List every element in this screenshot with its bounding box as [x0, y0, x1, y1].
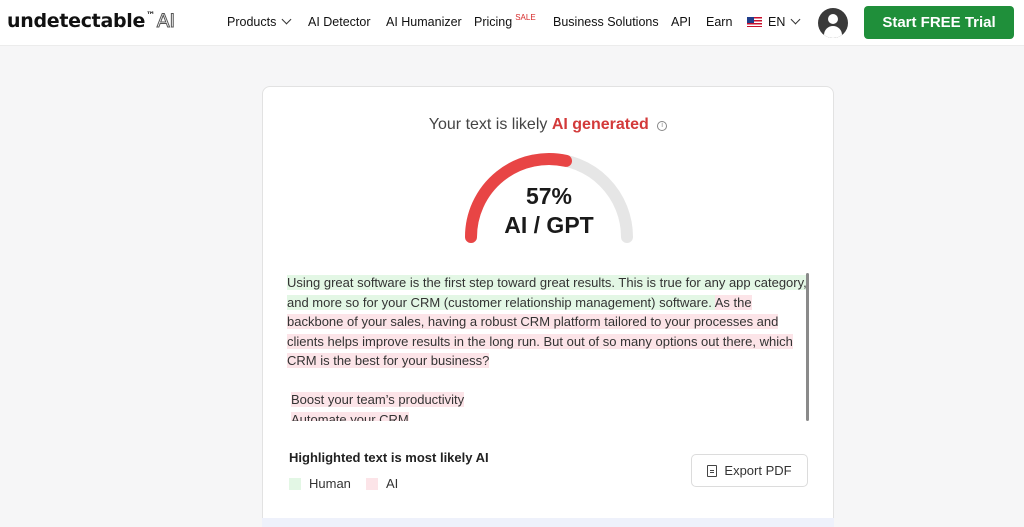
legend-ai-label: AI	[386, 476, 399, 491]
export-pdf-button[interactable]: Export PDF	[691, 454, 808, 487]
list-item: Automate your CRM	[287, 410, 807, 421]
text-scrollbar[interactable]	[806, 273, 809, 421]
nav-ai-humanizer[interactable]: AI Humanizer	[386, 15, 462, 29]
result-title-highlight: AI generated	[551, 116, 649, 133]
nav-earn[interactable]: Earn	[706, 15, 732, 29]
logo-text: undetectable	[7, 10, 146, 32]
list-item-text: Boost your team’s productivity	[291, 392, 465, 407]
analyzed-paragraph: Using great software is the first step t…	[287, 273, 807, 371]
gauge-percent: 57%	[525, 183, 573, 209]
language-selector[interactable]: EN	[747, 14, 801, 29]
logo-ai-mark: AI	[156, 10, 175, 33]
legend-title: Highlighted text is most likely AI	[289, 450, 489, 465]
us-flag-icon	[747, 16, 762, 27]
nav-api[interactable]: API	[671, 15, 691, 29]
result-title: Your text is likely AI generated i	[263, 116, 833, 134]
legend-ai: AI	[366, 476, 398, 491]
result-title-prefix: Your text is likely	[428, 116, 548, 133]
user-avatar-icon[interactable]	[818, 8, 848, 38]
nav-pricing-label: Pricing	[474, 15, 513, 29]
language-label: EN	[768, 15, 786, 29]
paragraph-spacer	[287, 371, 807, 391]
chevron-down-icon	[790, 14, 801, 25]
detection-result-card: Your text is likely AI generated i 57% A…	[262, 86, 834, 527]
next-section-edge	[262, 518, 834, 527]
avatar-head	[828, 14, 838, 24]
legend-human: Human	[289, 476, 351, 491]
list-item-text: Automate your CRM	[291, 411, 409, 421]
analyzed-text-area[interactable]: Using great software is the first step t…	[287, 273, 807, 421]
avatar-shoulders	[824, 26, 842, 38]
chevron-down-icon	[281, 14, 292, 25]
info-icon[interactable]: i	[657, 121, 668, 131]
legend-human-label: Human	[309, 476, 351, 491]
gauge-label: AI / GPT	[504, 212, 594, 238]
nav-products[interactable]: Products	[227, 14, 292, 29]
logo[interactable]: undetectable™ AI	[7, 10, 176, 33]
site-header: undetectable™ AI Products AI Detector AI …	[0, 0, 1024, 46]
document-icon	[707, 464, 718, 477]
nav-business-solutions[interactable]: Business Solutions	[553, 15, 659, 29]
nav-products-label: Products	[227, 15, 277, 29]
sale-badge: SALE	[515, 13, 536, 22]
list-item: Boost your team’s productivity	[287, 390, 807, 410]
ai-swatch	[366, 477, 378, 490]
export-pdf-label: Export PDF	[724, 463, 792, 478]
nav-ai-detector[interactable]: AI Detector	[308, 15, 371, 29]
start-free-trial-button[interactable]: Start FREE Trial	[864, 6, 1014, 39]
nav-pricing[interactable]: Pricing SALE	[474, 13, 536, 29]
human-swatch	[289, 477, 301, 490]
logo-trademark: ™	[146, 11, 155, 21]
